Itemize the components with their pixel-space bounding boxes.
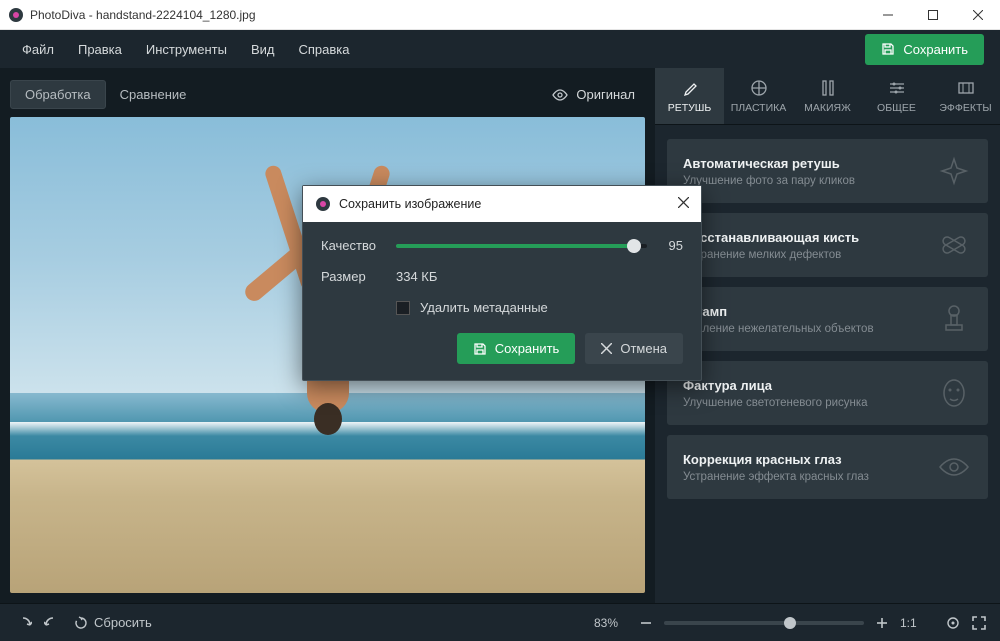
- menu-file[interactable]: Файл: [10, 34, 66, 65]
- dialog-cancel-label: Отмена: [620, 341, 667, 356]
- eye-icon: [552, 87, 568, 103]
- tool-desc: Улучшение фото за пару кликов: [683, 175, 936, 187]
- plastic-icon: [749, 78, 769, 98]
- save-button-label: Сохранить: [903, 42, 968, 57]
- dialog-close[interactable]: [678, 197, 689, 211]
- dialog-save-label: Сохранить: [495, 341, 560, 356]
- window-title: PhotoDiva - handstand-2224104_1280.jpg: [30, 8, 865, 22]
- zoom-in[interactable]: [876, 617, 888, 629]
- bottom-bar: Сбросить 83% 1:1: [0, 603, 1000, 641]
- app-logo-icon: [8, 7, 24, 23]
- menu-view[interactable]: Вид: [239, 34, 287, 65]
- tab-compare[interactable]: Сравнение: [106, 81, 201, 108]
- reset-label: Сбросить: [94, 615, 152, 630]
- close-icon: [601, 343, 612, 354]
- bandage-icon: [936, 227, 972, 263]
- tool-stamp[interactable]: Штамп Удаление нежелательных объектов: [667, 287, 988, 351]
- cat-label: РЕТУШЬ: [668, 102, 712, 114]
- tab-edit[interactable]: Обработка: [10, 80, 106, 109]
- zoom-ratio[interactable]: 1:1: [900, 616, 934, 630]
- eye-icon: [936, 449, 972, 485]
- face-icon: [936, 375, 972, 411]
- reset-button[interactable]: Сбросить: [74, 615, 152, 630]
- reset-icon: [74, 616, 88, 630]
- redo-button[interactable]: [44, 616, 62, 630]
- save-icon: [881, 42, 895, 56]
- tool-healing-brush[interactable]: Восстанавливающая кисть Устранение мелки…: [667, 213, 988, 277]
- fullscreen-button[interactable]: [972, 616, 986, 630]
- fullscreen-icon: [972, 616, 986, 630]
- tool-desc: Удаление нежелательных объектов: [683, 323, 936, 335]
- tool-auto-retouch[interactable]: Автоматическая ретушь Улучшение фото за …: [667, 139, 988, 203]
- tool-title: Восстанавливающая кисть: [683, 230, 936, 245]
- canvas-tabs: Обработка Сравнение Оригинал: [10, 80, 645, 109]
- dialog-titlebar: Сохранить изображение: [303, 186, 701, 222]
- size-value: 334 КБ: [396, 269, 437, 284]
- stamp-icon: [936, 301, 972, 337]
- cat-label: ОБЩЕЕ: [877, 102, 916, 114]
- tool-face-texture[interactable]: Фактура лица Улучшение светотеневого рис…: [667, 361, 988, 425]
- menubar: Файл Правка Инструменты Вид Справка Сохр…: [0, 30, 1000, 68]
- menu-tools[interactable]: Инструменты: [134, 34, 239, 65]
- quality-slider[interactable]: [396, 244, 647, 248]
- tool-desc: Устранение мелких дефектов: [683, 249, 936, 261]
- makeup-icon: [818, 78, 838, 98]
- tool-desc: Устранение эффекта красных глаз: [683, 471, 936, 483]
- side-panel: РЕТУШЬ ПЛАСТИКА МАКИЯЖ ОБЩЕЕ ЭФФЕКТЫ: [655, 68, 1000, 603]
- original-button[interactable]: Оригинал: [542, 81, 645, 109]
- tools-list: Автоматическая ретушь Улучшение фото за …: [655, 125, 1000, 513]
- window-maximize[interactable]: [910, 0, 955, 30]
- window-close[interactable]: [955, 0, 1000, 30]
- undo-button[interactable]: [14, 616, 32, 630]
- cat-label: ЭФФЕКТЫ: [939, 102, 991, 114]
- zoom-value: 83%: [594, 616, 628, 630]
- sparkle-icon: [936, 153, 972, 189]
- cat-retouch[interactable]: РЕТУШЬ: [655, 68, 724, 124]
- tool-title: Фактура лица: [683, 378, 936, 393]
- dialog-save-button[interactable]: Сохранить: [457, 333, 576, 364]
- menu-help[interactable]: Справка: [286, 34, 361, 65]
- save-dialog: Сохранить изображение Качество 95 Размер…: [302, 185, 702, 381]
- remove-metadata-label: Удалить метаданные: [420, 300, 548, 315]
- crosshair-icon: [946, 616, 960, 630]
- cat-general[interactable]: ОБЩЕЕ: [862, 68, 931, 124]
- quality-label: Качество: [321, 238, 396, 253]
- tool-desc: Улучшение светотеневого рисунка: [683, 397, 936, 409]
- tool-title: Штамп: [683, 304, 936, 319]
- save-button[interactable]: Сохранить: [865, 34, 984, 65]
- remove-metadata-checkbox[interactable]: [396, 301, 410, 315]
- retouch-icon: [680, 78, 700, 98]
- original-button-label: Оригинал: [576, 87, 635, 102]
- category-tabs: РЕТУШЬ ПЛАСТИКА МАКИЯЖ ОБЩЕЕ ЭФФЕКТЫ: [655, 68, 1000, 125]
- cat-effects[interactable]: ЭФФЕКТЫ: [931, 68, 1000, 124]
- window-titlebar: PhotoDiva - handstand-2224104_1280.jpg: [0, 0, 1000, 30]
- cat-plastic[interactable]: ПЛАСТИКА: [724, 68, 793, 124]
- size-label: Размер: [321, 269, 396, 284]
- save-icon: [473, 342, 487, 356]
- zoom-out[interactable]: [640, 617, 652, 629]
- cat-label: МАКИЯЖ: [804, 102, 851, 114]
- window-minimize[interactable]: [865, 0, 910, 30]
- zoom-slider[interactable]: [664, 621, 864, 625]
- quality-value: 95: [659, 238, 683, 253]
- cat-makeup[interactable]: МАКИЯЖ: [793, 68, 862, 124]
- dialog-title: Сохранить изображение: [339, 197, 481, 211]
- effects-icon: [956, 78, 976, 98]
- app-logo-icon: [315, 196, 331, 212]
- menu-edit[interactable]: Правка: [66, 34, 134, 65]
- tool-title: Автоматическая ретушь: [683, 156, 936, 171]
- dialog-cancel-button[interactable]: Отмена: [585, 333, 683, 364]
- nav-button[interactable]: [946, 616, 960, 630]
- cat-label: ПЛАСТИКА: [731, 102, 787, 114]
- sliders-icon: [887, 78, 907, 98]
- tool-title: Коррекция красных глаз: [683, 452, 936, 467]
- tool-red-eye[interactable]: Коррекция красных глаз Устранение эффект…: [667, 435, 988, 499]
